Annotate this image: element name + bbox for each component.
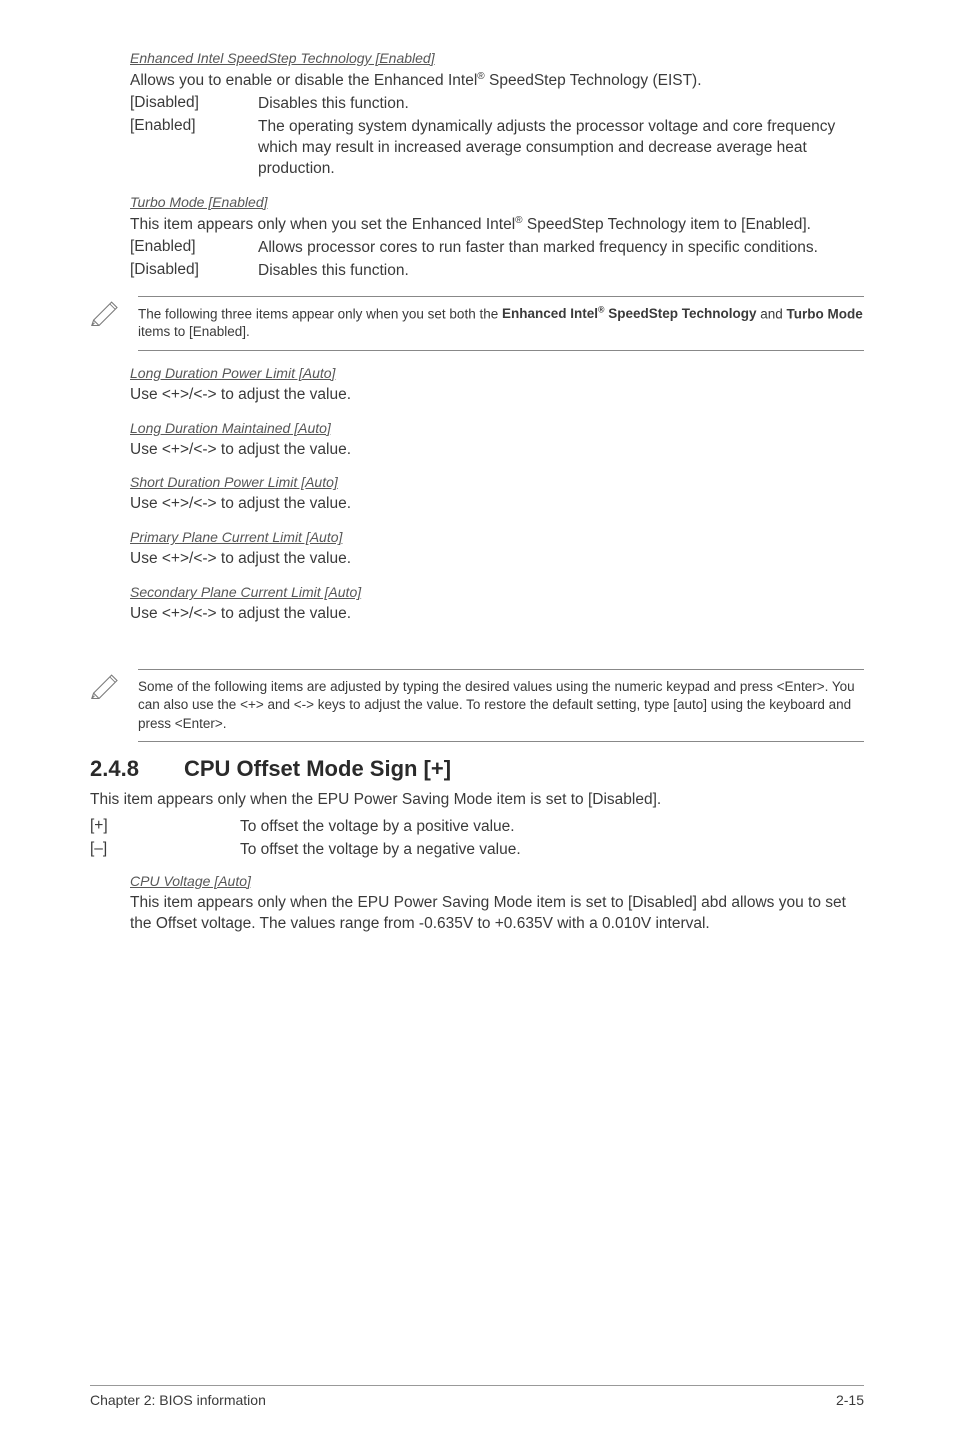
section-opt-minus: [–] To offset the voltage by a negative … xyxy=(90,840,864,861)
turbo-desc: This item appears only when you set the … xyxy=(130,214,864,236)
reg-mark: ® xyxy=(477,71,484,82)
note-1-text: The following three items appear only wh… xyxy=(138,296,864,351)
adj-item-2: Short Duration Power Limit [Auto] Use <+… xyxy=(130,474,864,515)
section-head: 2.4.8 CPU Offset Mode Sign [+] xyxy=(90,756,864,782)
cpu-voltage-block: CPU Voltage [Auto] This item appears onl… xyxy=(130,873,864,935)
section-number: 2.4.8 xyxy=(90,756,184,782)
page-footer: Chapter 2: BIOS information 2-15 xyxy=(90,1385,864,1408)
footer-chapter: Chapter 2: BIOS information xyxy=(90,1392,266,1408)
pencil-note-icon xyxy=(90,669,138,704)
adj-item-0: Long Duration Power Limit [Auto] Use <+>… xyxy=(130,365,864,406)
eist-opt-disabled: [Disabled] Disables this function. xyxy=(130,94,864,115)
turbo-block: Turbo Mode [Enabled] This item appears o… xyxy=(130,194,864,282)
turbo-opt-disabled: [Disabled] Disables this function. xyxy=(130,261,864,282)
adj-item-4: Secondary Plane Current Limit [Auto] Use… xyxy=(130,584,864,625)
eist-desc: Allows you to enable or disable the Enha… xyxy=(130,70,864,92)
reg-mark: ® xyxy=(515,215,522,226)
cpu-voltage-title: CPU Voltage [Auto] xyxy=(130,873,864,889)
note-1: The following three items appear only wh… xyxy=(90,296,864,351)
cpu-voltage-desc: This item appears only when the EPU Powe… xyxy=(130,893,864,935)
turbo-opt-enabled: [Enabled] Allows processor cores to run … xyxy=(130,238,864,259)
footer-page-number: 2-15 xyxy=(836,1392,864,1408)
eist-opt-enabled: [Enabled] The operating system dynamical… xyxy=(130,117,864,180)
note-2-text: Some of the following items are adjusted… xyxy=(138,669,864,742)
pencil-note-icon xyxy=(90,296,138,331)
eist-title: Enhanced Intel SpeedStep Technology [Ena… xyxy=(130,50,864,66)
adj-items: Long Duration Power Limit [Auto] Use <+>… xyxy=(130,365,864,626)
note-2: Some of the following items are adjusted… xyxy=(90,669,864,742)
eist-block: Enhanced Intel SpeedStep Technology [Ena… xyxy=(130,50,864,180)
section-title: CPU Offset Mode Sign [+] xyxy=(184,756,451,782)
section-desc: This item appears only when the EPU Powe… xyxy=(90,790,864,811)
turbo-title: Turbo Mode [Enabled] xyxy=(130,194,864,210)
adj-item-3: Primary Plane Current Limit [Auto] Use <… xyxy=(130,529,864,570)
adj-item-1: Long Duration Maintained [Auto] Use <+>/… xyxy=(130,420,864,461)
section-opt-plus: [+] To offset the voltage by a positive … xyxy=(90,817,864,838)
